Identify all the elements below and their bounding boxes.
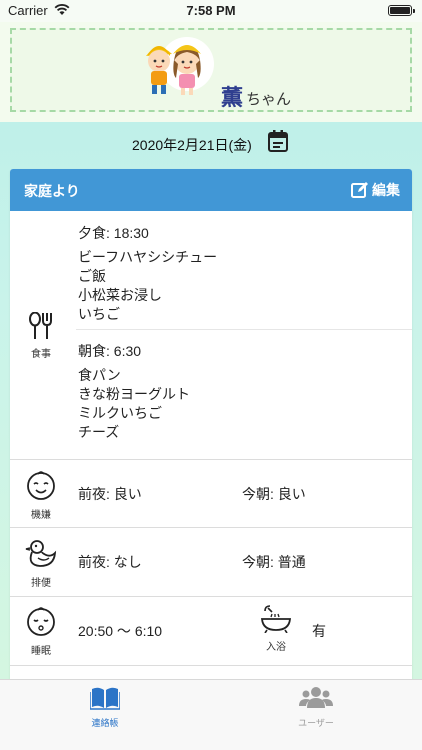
duck-icon [25, 540, 57, 567]
edit-icon [351, 182, 368, 198]
date-label: 2020年2月21日(金) [132, 137, 252, 153]
battery-icon [388, 5, 415, 16]
fork-spoon-icon [29, 311, 52, 339]
baby-face-icon [27, 471, 55, 500]
card-title: 家庭より [24, 184, 80, 200]
mood-this-morning: 今朝: 良い [242, 486, 306, 502]
meal-icon-label: 食事 [31, 349, 51, 360]
dinner-items: ビーフハヤシシチュー ご飯 小松菜お浸し いちご [78, 248, 217, 324]
status-bar: Carrier 7:58 PM [0, 0, 422, 22]
calendar-icon[interactable] [268, 130, 288, 152]
bath-icon [261, 605, 291, 634]
sleep-icon-group: 睡眠 [19, 607, 63, 657]
child-banner[interactable]: 薫 ちゃん [10, 28, 412, 112]
list-item: 小松菜お浸し [78, 287, 162, 303]
divider [10, 596, 412, 597]
list-item: チーズ [78, 424, 120, 440]
bowel-icon-label: 排便 [31, 578, 51, 589]
kids-illustration-icon [146, 37, 214, 95]
list-item: きな粉ヨーグルト [78, 386, 190, 402]
divider [10, 459, 412, 460]
meal-icon-group: 食事 [19, 311, 63, 360]
list-item: ミルクいちご [78, 405, 162, 421]
mood-last-night: 前夜: 良い [78, 486, 142, 502]
dinner-time: 夕食: 18:30 [78, 225, 149, 241]
bath-icon-label: 入浴 [266, 642, 286, 653]
divider [76, 329, 412, 330]
users-icon [299, 687, 333, 708]
tab-users[interactable]: ユーザー [256, 686, 376, 729]
sleep-time: 20:50 〜 6:10 [78, 623, 163, 639]
child-header: 薫 ちゃん [0, 22, 422, 122]
sleeping-baby-icon [27, 607, 55, 636]
list-item: ビーフハヤシシチュー [78, 249, 218, 265]
list-item: ご飯 [78, 268, 106, 284]
tab-users-label: ユーザー [298, 719, 334, 729]
divider [10, 527, 412, 528]
bowel-this-morning: 今朝: 普通 [242, 554, 306, 570]
card-header: 家庭より 編集 [10, 169, 412, 211]
bath-icon-group: 入浴 [254, 605, 298, 653]
divider [10, 665, 412, 666]
tab-bar: 連絡帳 ユーザー [0, 679, 422, 750]
child-name: 薫 [221, 86, 244, 111]
date-selector[interactable]: 2020年2月21日(金) [0, 128, 422, 158]
bath-value: 有 [312, 623, 326, 639]
home-report-card: 家庭より 編集 食事 夕食: 18:30 ビーフハヤシシチュー ご飯 小松菜お浸… [10, 169, 412, 689]
mood-icon-group: 機嫌 [19, 471, 63, 521]
sleep-icon-label: 睡眠 [31, 646, 51, 657]
child-name-suffix: ちゃん [246, 90, 292, 108]
bowel-icon-group: 排便 [19, 539, 63, 589]
breakfast-time: 朝食: 6:30 [78, 343, 142, 359]
bowel-last-night: 前夜: なし [78, 554, 142, 570]
mood-icon-label: 機嫌 [31, 510, 51, 521]
clock: 7:58 PM [186, 3, 236, 18]
edit-button[interactable]: 編集 [351, 179, 400, 201]
list-item: いちご [78, 306, 120, 322]
list-item: 食パン [78, 367, 121, 383]
edit-label: 編集 [372, 183, 400, 199]
open-book-icon [89, 687, 121, 710]
breakfast-items: 食パン きな粉ヨーグルト ミルクいちご チーズ [78, 366, 190, 442]
tab-notebook-label: 連絡帳 [91, 719, 119, 729]
tab-notebook[interactable]: 連絡帳 [45, 686, 165, 729]
